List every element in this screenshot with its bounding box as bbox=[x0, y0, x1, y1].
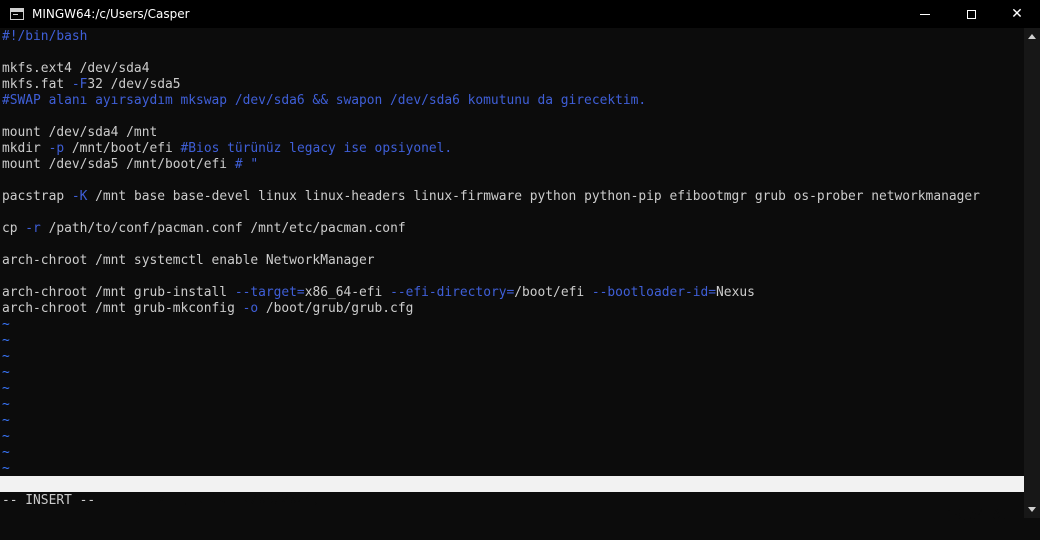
vim-status-line: installer.sh[+] [unix] (15:16 17/08/2024… bbox=[0, 476, 1024, 523]
code-flag: -F bbox=[71, 77, 88, 92]
empty-line-tilde: ~ bbox=[2, 413, 10, 429]
code-text: mkdir bbox=[2, 141, 49, 156]
code-flag: --bootloader-id= bbox=[591, 285, 717, 300]
code-text: /boot/efi bbox=[514, 285, 592, 300]
code-text: mount /dev/sda5 /mnt/boot/efi bbox=[2, 157, 235, 172]
code-line: arch-chroot /mnt systemctl enable Networ… bbox=[2, 253, 375, 269]
code-text: mount /dev/sda4 /mnt bbox=[2, 125, 158, 140]
code-line: #!/bin/bash bbox=[2, 29, 87, 45]
code-text: pacstrap bbox=[2, 189, 72, 204]
tilde-marker: ~ bbox=[2, 413, 10, 428]
code-text: x86_64-efi bbox=[304, 285, 391, 300]
code-comment: # " bbox=[234, 157, 259, 172]
empty-line-tilde: ~ bbox=[2, 349, 10, 365]
code-line: mkfs.fat -F32 /dev/sda5 bbox=[2, 77, 181, 93]
code-text: /boot/grub/grub.cfg bbox=[258, 301, 414, 316]
code-line: #SWAP alanı ayırsaydım mkswap /dev/sda6 … bbox=[2, 93, 646, 109]
tilde-marker: ~ bbox=[2, 365, 10, 380]
tilde-marker: ~ bbox=[2, 429, 10, 444]
code-line: mkfs.ext4 /dev/sda4 bbox=[2, 61, 149, 77]
minimize-button[interactable] bbox=[902, 0, 948, 28]
tilde-marker: ~ bbox=[2, 349, 10, 364]
code-line: mount /dev/sda4 /mnt bbox=[2, 125, 157, 141]
code-text: 32 /dev/sda5 bbox=[87, 77, 181, 92]
close-button[interactable]: ✕ bbox=[994, 0, 1040, 28]
maximize-button[interactable] bbox=[948, 0, 994, 28]
code-comment: #SWAP alanı ayırsaydım mkswap /dev/sda6 … bbox=[2, 93, 647, 108]
code-text: Nexus bbox=[716, 285, 755, 300]
code-line: cp -r /path/to/conf/pacman.conf /mnt/etc… bbox=[2, 221, 406, 237]
code-text: arch-chroot /mnt grub-install bbox=[2, 285, 235, 300]
tilde-marker: ~ bbox=[2, 333, 10, 348]
tilde-marker: ~ bbox=[2, 461, 10, 476]
code-flag: --efi-directory= bbox=[390, 285, 515, 300]
window-title: MINGW64:/c/Users/Casper bbox=[32, 7, 190, 21]
minimize-icon bbox=[920, 13, 930, 15]
code-line: arch-chroot /mnt grub-install --target=x… bbox=[2, 285, 755, 301]
close-icon: ✕ bbox=[1011, 6, 1023, 22]
vim-mode-indicator: -- INSERT -- bbox=[2, 493, 96, 508]
empty-line-tilde: ~ bbox=[2, 397, 10, 413]
empty-line-tilde: ~ bbox=[2, 317, 10, 333]
code-comment: #!/bin/bash bbox=[2, 29, 88, 44]
code-flag: --target= bbox=[234, 285, 305, 300]
tilde-marker: ~ bbox=[2, 381, 10, 396]
empty-line-tilde: ~ bbox=[2, 461, 10, 477]
code-line: arch-chroot /mnt grub-mkconfig -o /boot/… bbox=[2, 301, 413, 317]
tilde-marker: ~ bbox=[2, 397, 10, 412]
code-text: mkfs.fat bbox=[2, 77, 72, 92]
vertical-scrollbar[interactable] bbox=[1024, 28, 1040, 518]
code-flag: -K bbox=[71, 189, 88, 204]
terminal-window: MINGW64:/c/Users/Casper ✕ #!/bin/bash mkf… bbox=[0, 0, 1040, 523]
code-line: pacstrap -K /mnt base base-devel linux l… bbox=[2, 189, 980, 205]
code-text: /path/to/conf/pacman.conf /mnt/etc/pacma… bbox=[40, 221, 406, 236]
terminal-app-icon bbox=[10, 8, 24, 20]
title-bar[interactable]: MINGW64:/c/Users/Casper ✕ bbox=[0, 0, 1040, 28]
scroll-up-arrow-icon[interactable] bbox=[1028, 34, 1036, 39]
status-cursor-position: 18,54 All bbox=[946, 508, 1016, 523]
empty-line-tilde: ~ bbox=[2, 445, 10, 461]
empty-line-tilde: ~ bbox=[2, 429, 10, 445]
code-flag: -r bbox=[25, 221, 41, 236]
tilde-marker: ~ bbox=[2, 317, 10, 332]
code-comment: #Bios türünüz legacy ise opsiyonel. bbox=[180, 141, 453, 156]
code-text: cp bbox=[2, 221, 26, 236]
code-line: mount /dev/sda5 /mnt/boot/efi # " bbox=[2, 157, 258, 173]
empty-line-tilde: ~ bbox=[2, 381, 10, 397]
code-text: mkfs.ext4 /dev/sda4 bbox=[2, 61, 150, 76]
code-text: arch-chroot /mnt grub-mkconfig bbox=[2, 301, 243, 316]
code-text: /mnt base base-devel linux linux-headers… bbox=[87, 189, 980, 204]
code-text: /mnt/boot/efi bbox=[64, 141, 181, 156]
maximize-icon bbox=[966, 9, 976, 19]
code-flag: -o bbox=[242, 301, 259, 316]
tilde-marker: ~ bbox=[2, 445, 10, 460]
scroll-down-arrow-icon[interactable] bbox=[1028, 507, 1036, 512]
empty-line-tilde: ~ bbox=[2, 333, 10, 349]
empty-line-tilde: ~ bbox=[2, 365, 10, 381]
window-controls: ✕ bbox=[902, 0, 1040, 28]
code-text: arch-chroot /mnt systemctl enable Networ… bbox=[2, 253, 375, 268]
code-line: mkdir -p /mnt/boot/efi #Bios türünüz leg… bbox=[2, 141, 452, 157]
vim-editor-area[interactable]: #!/bin/bash mkfs.ext4 /dev/sda4 mkfs.fat -… bbox=[0, 28, 1024, 518]
code-flag: -p bbox=[48, 141, 65, 156]
